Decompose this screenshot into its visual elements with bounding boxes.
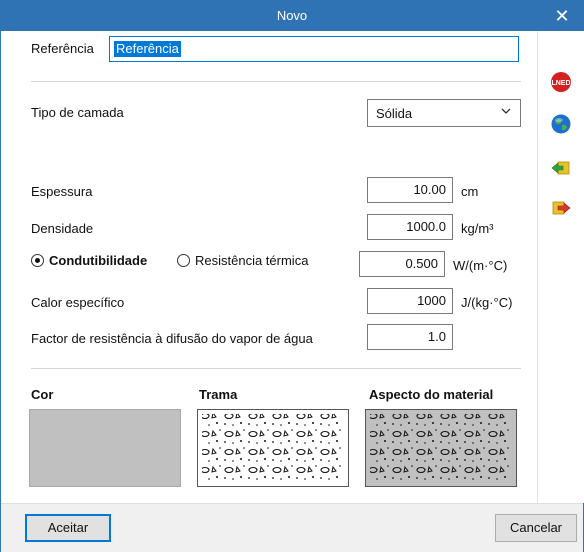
factor-label: Factor de resistência à difusão do vapor… [31,331,313,346]
chevron-down-icon [500,105,512,120]
condutividade-input[interactable]: 0.500 [359,251,445,277]
right-toolbar: LNED [537,31,584,503]
title-bar: Novo ✕ [1,1,583,31]
espessura-label: Espessura [31,184,93,199]
radio-unchecked-icon [177,254,190,267]
separator-bottom [31,368,521,369]
cor-label: Cor [31,387,54,402]
calor-especifico-input[interactable]: 1000 [367,288,453,314]
factor-input[interactable]: 1.0 [367,324,453,350]
export-arrow-icon[interactable] [550,197,572,219]
trama-pattern-icon [202,414,344,482]
separator-top [31,81,521,82]
aspecto-label: Aspecto do material [369,387,494,402]
button-bar: Aceitar Cancelar [1,503,583,552]
window-title: Novo [276,8,308,23]
trama-label: Trama [199,387,238,402]
tipo-de-camada-select[interactable]: Sólida [367,99,521,127]
aspecto-pattern-icon [370,414,512,482]
globe-icon[interactable] [550,113,572,135]
lned-icon-text: LNED [551,80,570,87]
cancel-button[interactable]: Cancelar [495,514,577,542]
close-icon[interactable]: ✕ [541,1,583,31]
referencia-label: Referência [31,41,94,56]
condutividade-unit: W/(m·°C) [453,258,508,273]
espessura-unit: cm [461,184,479,199]
espessura-input[interactable]: 10.00 [367,177,453,203]
accept-button[interactable]: Aceitar [25,514,111,542]
import-arrow-icon[interactable] [550,157,572,179]
condutibilidade-radio[interactable]: Condutibilidade [31,253,147,268]
cor-swatch[interactable] [29,409,181,487]
referencia-input[interactable]: Referência [109,36,519,62]
densidade-label: Densidade [31,221,94,236]
referencia-input-value: Referência [114,41,181,57]
trama-swatch[interactable] [197,409,349,487]
densidade-unit: kg/m³ [461,221,494,236]
radio-checked-icon [31,254,44,267]
resistencia-termica-label: Resistência térmica [195,253,309,268]
aspecto-swatch[interactable] [365,409,517,487]
lned-icon[interactable]: LNED [550,71,572,93]
dialog-window: Novo ✕ Referência Referência Tipo de cam… [0,0,584,552]
calor-especifico-unit: J/(kg·°C) [461,295,513,310]
densidade-input[interactable]: 1000.0 [367,214,453,240]
calor-especifico-label: Calor específico [31,295,125,310]
tipo-de-camada-value: Sólida [376,106,413,121]
tipo-de-camada-label: Tipo de camada [31,105,124,120]
condutibilidade-label: Condutibilidade [49,253,148,268]
resistencia-termica-radio[interactable]: Resistência térmica [177,253,308,268]
